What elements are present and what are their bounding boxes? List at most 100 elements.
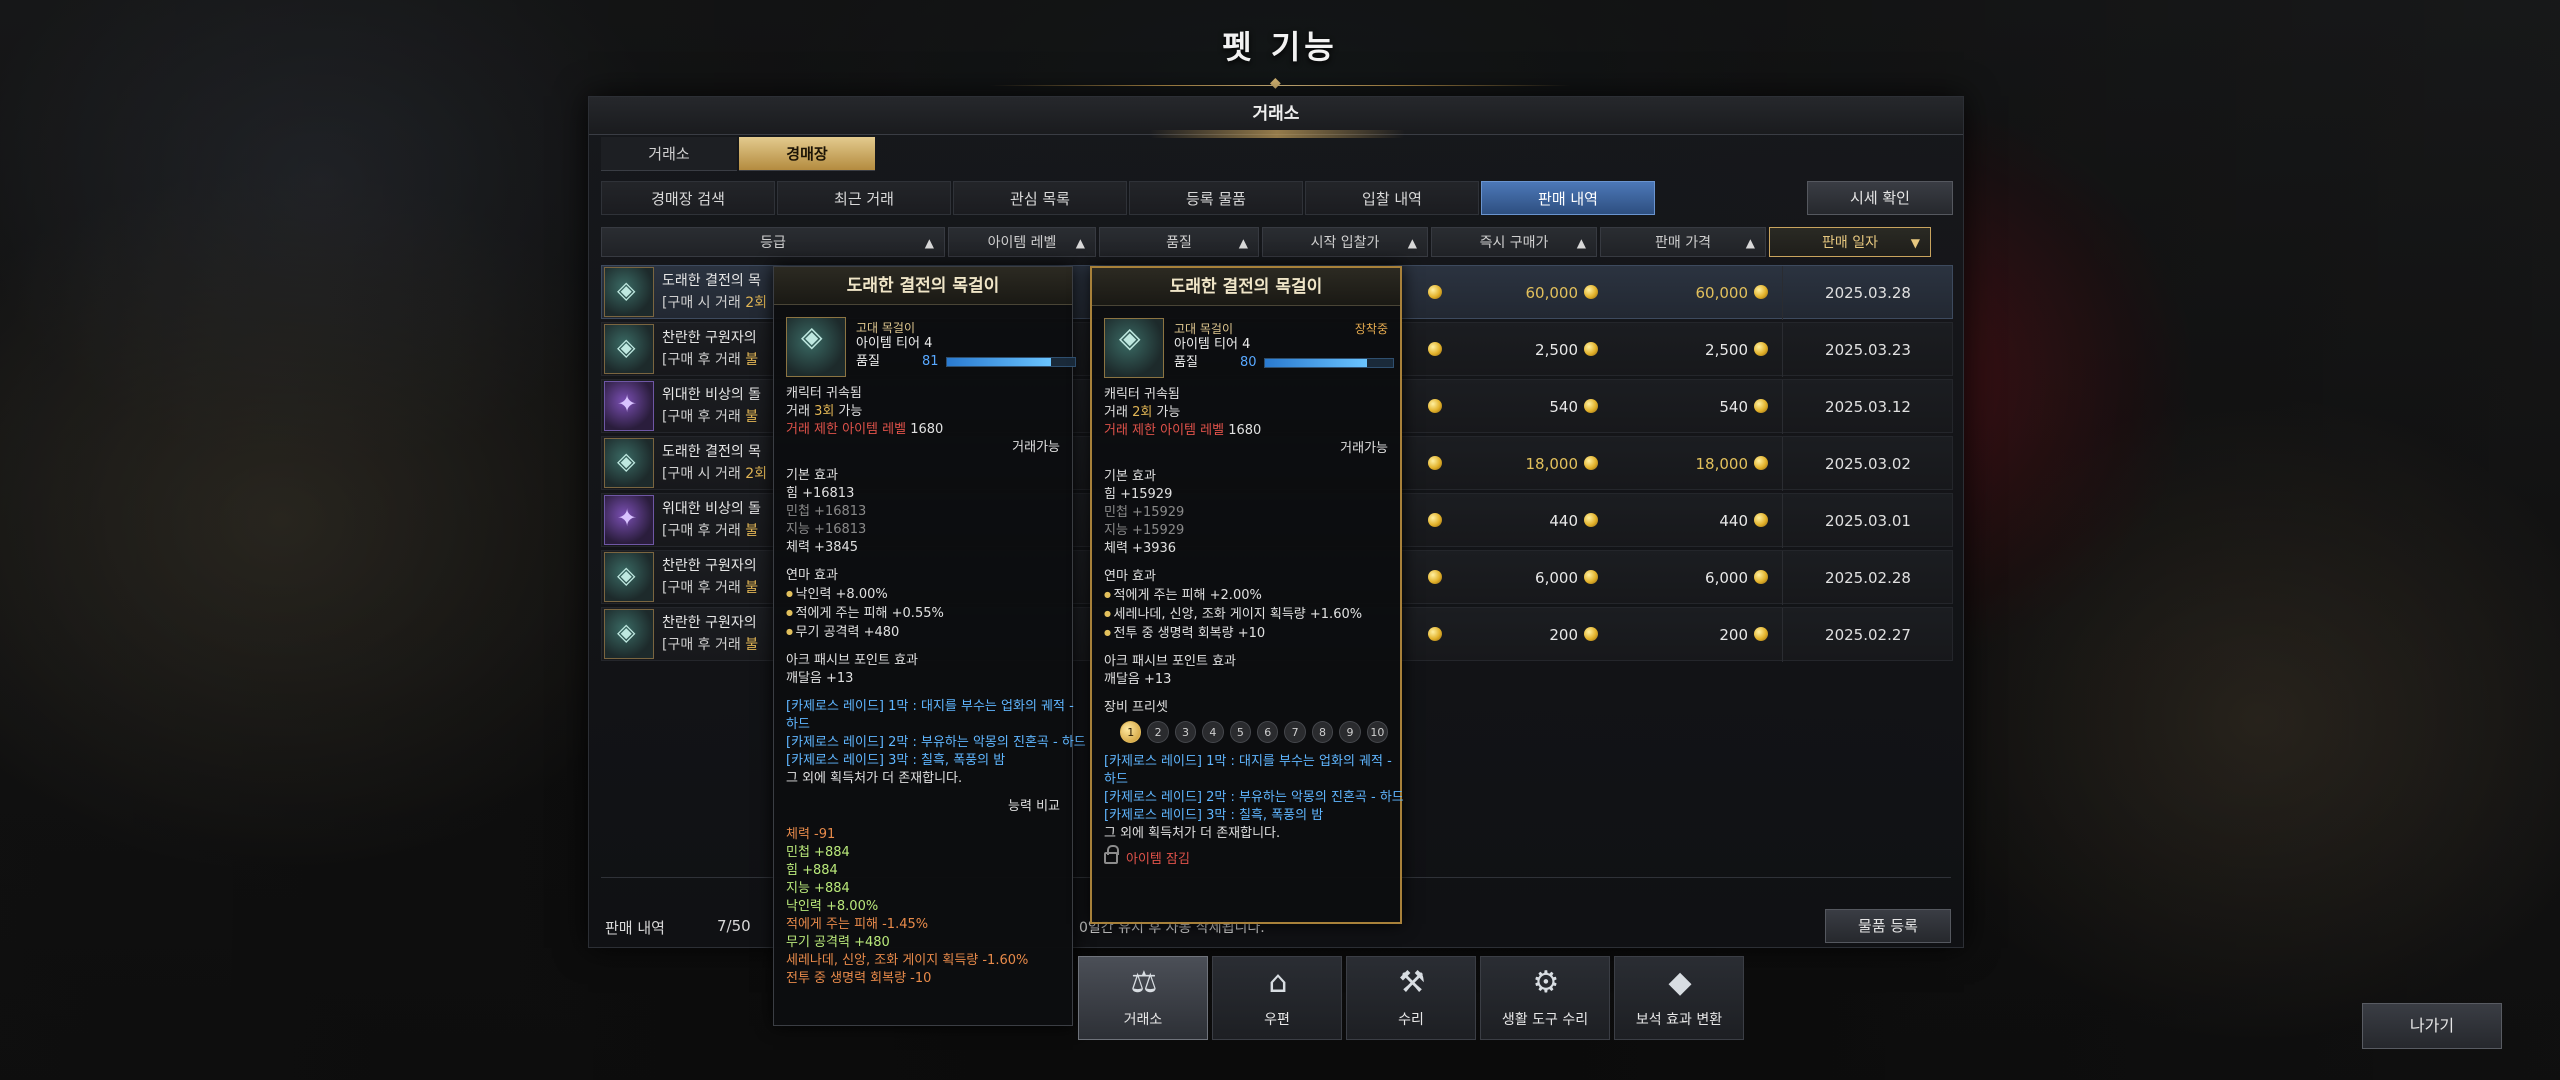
sub-tab[interactable]: 최근 거래 (777, 181, 951, 215)
exit-button[interactable]: 나가기 (2362, 1003, 2502, 1049)
sort-header[interactable]: 등급 ▲ (601, 227, 945, 257)
preset-button[interactable]: 1 (1120, 721, 1142, 743)
necklace-icon (1104, 318, 1164, 378)
sort-header[interactable]: 품질 ▲ (1099, 227, 1259, 257)
anvil-icon: ⚒ (1398, 965, 1426, 1000)
preset-button[interactable]: 3 (1174, 721, 1197, 743)
quality-bar-fill (1265, 359, 1368, 367)
sale-price-value: 60,000 (1695, 284, 1749, 302)
start-bid-coin (1422, 437, 1442, 491)
trade-info-count: 불 (745, 523, 759, 539)
sale-date: 2025.02.28 (1825, 569, 1911, 587)
preset-button[interactable]: 5 (1229, 721, 1252, 743)
start-bid-coin (1422, 380, 1442, 434)
dock-button-label: 거래소 (1123, 1012, 1163, 1028)
trade-info-prefix: [구매 후 거래 (662, 523, 746, 539)
main-tabs: 거래소 경매장 (601, 137, 875, 171)
source-line: 하드 (1104, 772, 1128, 787)
sale-price: 200 (1618, 608, 1768, 662)
ark-passive-header: 아크 패시브 포인트 효과 (786, 653, 918, 668)
sort-header[interactable]: 판매 일자 ▼ (1769, 227, 1931, 257)
dock-button[interactable]: ⌂ 우편 (1212, 956, 1342, 1040)
trade-suffix: 가능 (834, 404, 863, 419)
title-ornament (990, 75, 1570, 92)
preset-button[interactable]: 4 (1202, 721, 1224, 743)
enchant-effect-header: 연마 효과 (1104, 569, 1156, 584)
preset-button[interactable]: 2 (1147, 721, 1169, 743)
source-line: [카제로스 레이드] 3막 : 칠흑, 폭풍의 밤 (786, 753, 1006, 768)
main-tab[interactable]: 경매장 (739, 137, 875, 171)
market-price-button[interactable]: 시세 확인 (1807, 181, 1953, 215)
sale-price: 6,000 (1618, 551, 1768, 605)
gold-coin-icon (1428, 513, 1442, 527)
sale-date: 2025.03.23 (1825, 341, 1911, 359)
preset-button[interactable]: 9 (1339, 721, 1361, 743)
compare-line: 무기 공격력 +480 (786, 935, 890, 950)
source-line: 하드 (786, 717, 810, 732)
sale-price-value: 540 (1719, 398, 1748, 416)
dock-button[interactable]: ⚖ 거래소 (1078, 956, 1208, 1040)
gold-coin-icon (1584, 513, 1598, 527)
dock-button[interactable]: ◆ 보석 효과 변환 (1614, 956, 1744, 1040)
sub-tab[interactable]: 등록 물품 (1129, 181, 1303, 215)
buy-now-value: 440 (1549, 512, 1578, 530)
enchant-effect-list: 적에게 주는 피해 +2.00%세레나데, 신앙, 조화 게이지 획득량 +1.… (1104, 586, 1388, 643)
buy-now-price: 2,500 (1448, 323, 1598, 377)
item-tooltip-compare: 도래한 결전의 목걸이 고대 목걸이 아이템 티어 4 품질 81 캐릭터 귀속… (773, 266, 1086, 1026)
column-divider (1782, 551, 1783, 605)
tooltip-tier: 아이템 티어 4 (1174, 337, 1251, 352)
sale-date: 2025.02.27 (1825, 626, 1911, 644)
sort-header-label: 즉시 구매가 (1479, 235, 1549, 251)
trade-info-prefix: [구매 후 거래 (662, 637, 746, 653)
sale-price: 18,000 (1618, 437, 1768, 491)
main-tab[interactable]: 거래소 (601, 137, 737, 171)
sub-tab[interactable]: 입찰 내역 (1305, 181, 1479, 215)
preset-button[interactable]: 7 (1284, 721, 1306, 743)
preset-button[interactable]: 8 (1311, 721, 1334, 743)
gold-coin-icon (1754, 456, 1768, 470)
preset-button[interactable]: 10 (1366, 721, 1389, 743)
gold-coin-icon (1584, 456, 1598, 470)
mailbox-icon: ⌂ (1268, 965, 1288, 1000)
dock-button[interactable]: ⚙ 생활 도구 수리 (1480, 956, 1610, 1040)
source-line: [카제로스 레이드] 1막 : 대지를 부수는 업화의 궤적 - (1104, 754, 1392, 769)
buy-now-value: 200 (1549, 626, 1578, 644)
gold-coin-icon (1584, 285, 1598, 299)
bound-text: 캐릭터 귀속됨 (1104, 387, 1180, 402)
dock-button[interactable]: ⚒ 수리 (1346, 956, 1476, 1040)
bottom-dock: ⚖ 거래소 ⌂ 우편 ⚒ 수리 ⚙ 생활 도구 수리 ◆ 보석 효과 변환 (1078, 956, 1744, 1040)
buy-now-price: 60,000 (1448, 266, 1598, 320)
sale-price-value: 18,000 (1695, 455, 1749, 473)
sort-header[interactable]: 판매 가격 ▲ (1600, 227, 1766, 257)
sub-tab[interactable]: 판매 내역 (1481, 181, 1655, 215)
sale-date: 2025.03.12 (1825, 398, 1911, 416)
sub-tab[interactable]: 경매장 검색 (601, 181, 775, 215)
window-title-ornament (1149, 130, 1405, 138)
trade-prefix: 거래 (1104, 405, 1133, 420)
sale-price: 440 (1618, 494, 1768, 548)
window-title-text: 거래소 (1252, 104, 1300, 124)
gem-convert-icon: ◆ (1668, 965, 1692, 1000)
sort-header-label: 판매 일자 (1822, 235, 1878, 251)
enchant-line: 무기 공격력 +480 (786, 623, 1060, 642)
buy-now-price: 440 (1448, 494, 1598, 548)
compare-line: 힘 +884 (786, 863, 838, 878)
register-item-button[interactable]: 물품 등록 (1825, 909, 1951, 943)
tooltip-title: 도래한 결전의 목걸이 (774, 267, 1072, 305)
sort-header[interactable]: 즉시 구매가 ▲ (1431, 227, 1597, 257)
compare-line: 전투 중 생명력 회복량 -10 (786, 971, 932, 986)
buy-now-value: 18,000 (1525, 455, 1579, 473)
necklace-icon (604, 438, 654, 488)
gold-coin-icon (1428, 570, 1442, 584)
preset-button[interactable]: 6 (1257, 721, 1279, 743)
sort-header[interactable]: 시작 입찰가 ▲ (1262, 227, 1428, 257)
compare-line: 세레나데, 신앙, 조화 게이지 획득량 -1.60% (786, 953, 1029, 968)
stat-line: 체력 +3845 (786, 540, 859, 555)
sort-header[interactable]: 아이템 레벨 ▲ (948, 227, 1096, 257)
gold-coin-icon (1584, 399, 1598, 413)
sort-header-row: 등급 ▲ 아이템 레벨 ▲ 품질 ▲ 시작 입찰가 ▲ 즉시 구매가 ▲ 판매 가격 ▲ 판매 일자 ▼ (601, 227, 1931, 257)
gold-coin-icon (1754, 570, 1768, 584)
equipped-badge: 장착중 (1354, 322, 1388, 336)
sale-date: 2025.03.02 (1825, 455, 1911, 473)
sub-tab[interactable]: 관심 목록 (953, 181, 1127, 215)
